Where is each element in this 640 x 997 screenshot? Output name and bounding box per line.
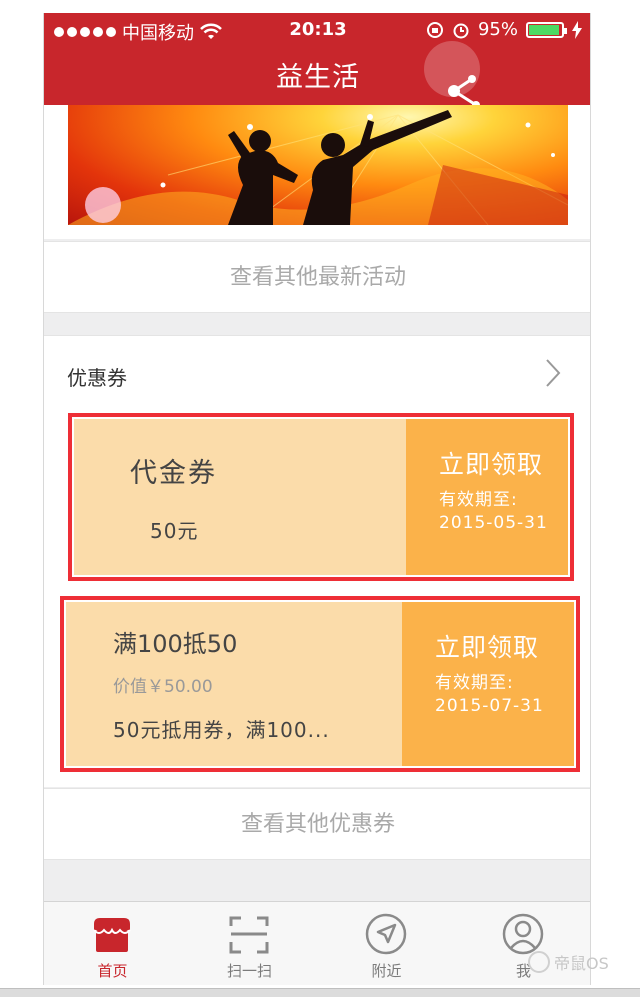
coupon-info: 代金券 50元	[74, 419, 406, 575]
coupon-ticket: 代金券 50元 立即领取 有效期至: 2015-05-31	[74, 419, 568, 575]
chevron-right-icon[interactable]	[544, 358, 562, 388]
tab-bar: 首页 扫一扫 附近 我	[44, 901, 590, 985]
window-bottom-edge	[0, 988, 640, 997]
coupon-value: 价值￥50.00	[113, 677, 213, 697]
app-header: 中国移动 20:13 95% 益生活	[44, 13, 590, 109]
tab-label: 扫一扫	[226, 962, 272, 980]
validity-date: 2015-07-31	[435, 696, 544, 716]
coupon-card[interactable]: 代金券 50元 立即领取 有效期至: 2015-05-31	[68, 413, 574, 581]
coupon-amount: 50元	[150, 519, 199, 543]
coupon-ticket: 满100抵50 价值￥50.00 50元抵用券，满100... 立即领取 有效期…	[66, 602, 574, 766]
watermark: 帝鼠OS	[528, 950, 609, 974]
coupon-description: 50元抵用券，满100...	[113, 718, 330, 742]
more-coupons-link[interactable]: 查看其他优惠券	[44, 788, 590, 860]
tab-scan[interactable]: 扫一扫	[181, 902, 318, 985]
status-bar: 中国移动 20:13 95%	[44, 13, 590, 49]
claim-button[interactable]: 立即领取	[439, 445, 543, 481]
validity-date: 2015-05-31	[439, 513, 548, 533]
validity-label: 有效期至:	[435, 673, 514, 693]
phone-screen: 中国移动 20:13 95% 益生活 查看其他最新活动 优惠券 代金券 50元 …	[43, 13, 591, 985]
tab-label: 附近	[371, 962, 402, 980]
watermark-text: 帝鼠OS	[554, 954, 609, 973]
store-icon	[93, 918, 131, 952]
battery-percent: 95%	[477, 19, 518, 40]
status-right: 95%	[426, 19, 582, 40]
validity-label: 有效期至:	[439, 490, 518, 510]
more-activities-link[interactable]: 查看其他最新活动	[44, 241, 590, 313]
activity-banner[interactable]	[68, 105, 568, 225]
alarm-icon	[453, 23, 469, 38]
scan-icon	[229, 916, 269, 954]
coupon-name: 满100抵50	[113, 630, 238, 658]
tab-nearby[interactable]: 附近	[318, 902, 455, 985]
coupon-claim-area[interactable]: 立即领取 有效期至: 2015-07-31	[402, 602, 574, 766]
coupon-card[interactable]: 满100抵50 价值￥50.00 50元抵用券，满100... 立即领取 有效期…	[60, 596, 580, 772]
banner-section	[44, 105, 590, 239]
location-arrow-icon	[365, 913, 407, 955]
singers-illustration	[68, 110, 568, 225]
tab-label: 首页	[97, 962, 128, 980]
watermark-logo-icon	[528, 951, 550, 973]
tab-home[interactable]: 首页	[44, 902, 181, 985]
rotation-lock-icon	[426, 21, 443, 38]
coupon-info: 满100抵50 价值￥50.00 50元抵用券，满100...	[66, 602, 402, 766]
claim-button[interactable]: 立即领取	[435, 628, 539, 664]
coupon-name: 代金券	[130, 458, 217, 489]
charging-icon	[572, 20, 582, 39]
coupon-section: 优惠券 代金券 50元 立即领取 有效期至: 2015-05-31 满100抵5…	[44, 335, 590, 787]
coupon-claim-area[interactable]: 立即领取 有效期至: 2015-05-31	[406, 419, 568, 575]
page-title: 益生活	[276, 62, 360, 93]
coupon-section-title: 优惠券	[67, 366, 127, 390]
battery-icon	[526, 21, 567, 38]
